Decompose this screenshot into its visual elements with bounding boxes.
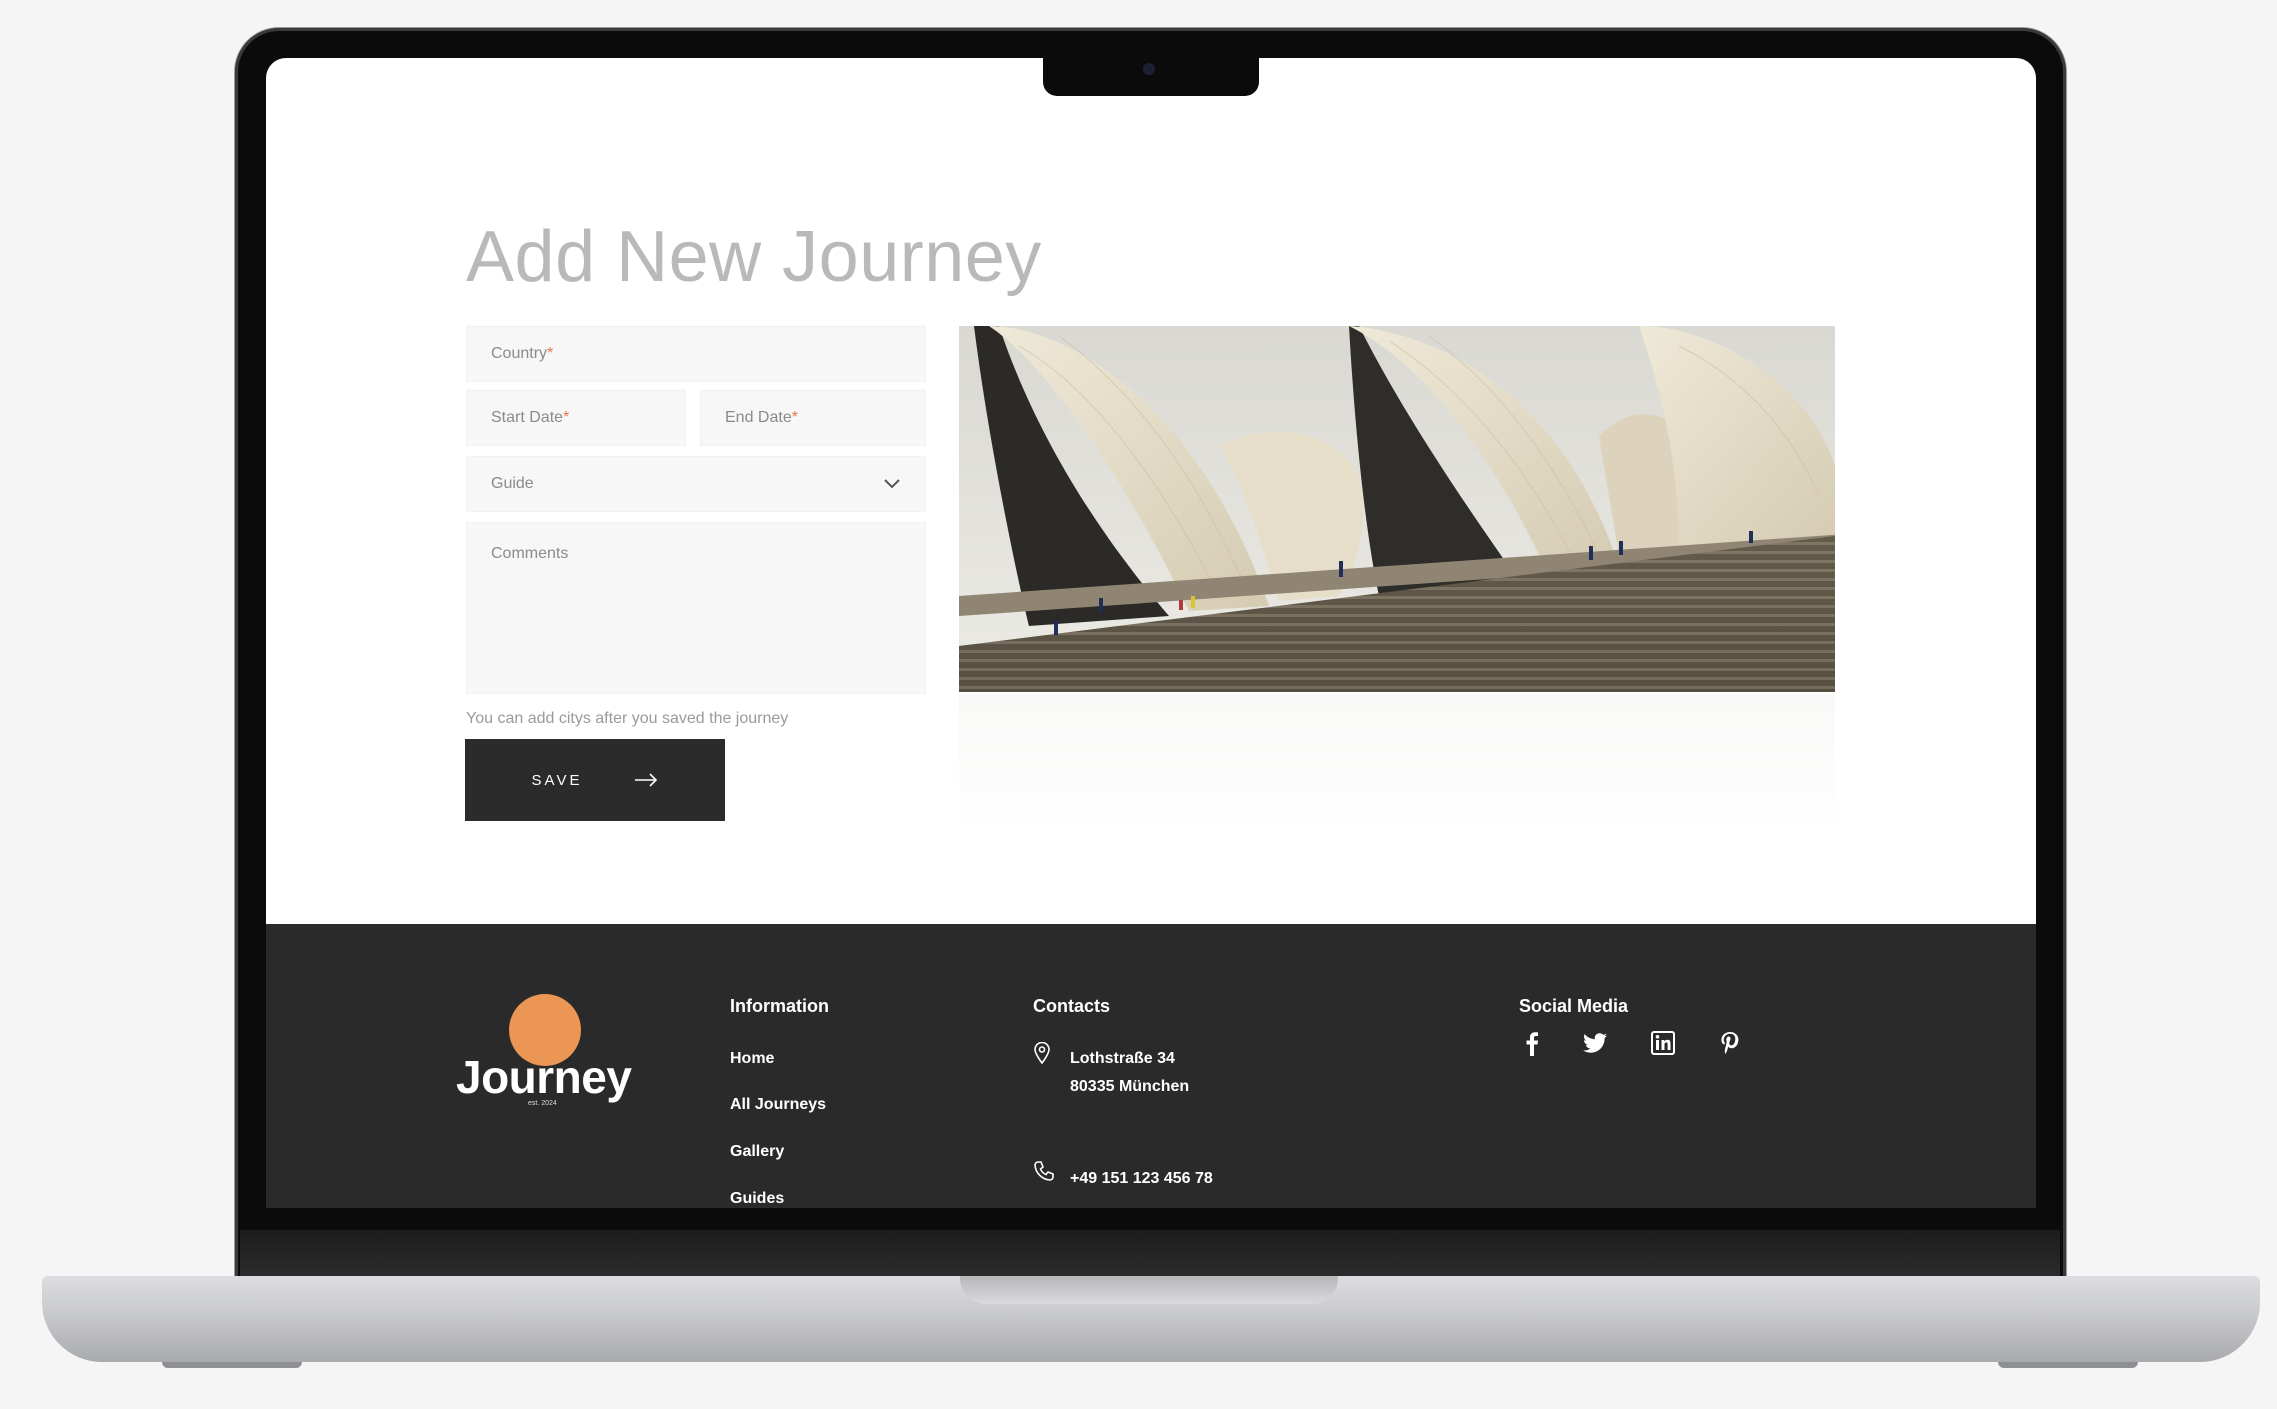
save-button[interactable]: SAVE: [465, 739, 725, 821]
laptop-opening-notch: [960, 1276, 1338, 1304]
address-line-2: 80335 München: [1070, 1078, 1190, 1095]
social-media-title: Social Media: [1519, 996, 1629, 1016]
address-line-1: Lothstraße 34: [1070, 1050, 1175, 1067]
screen-bezel-bottom: [240, 1230, 2060, 1278]
facebook-icon[interactable]: [1519, 1030, 1545, 1056]
page-title: Add New Journey: [466, 217, 1042, 297]
footer-link-home[interactable]: Home: [730, 1050, 774, 1068]
photo-reflection: [959, 694, 1835, 834]
journey-photo: [959, 326, 1835, 692]
hint-text: You can add citys after you saved the jo…: [466, 710, 789, 727]
guide-label: Guide: [491, 475, 534, 492]
arrow-right-icon: [635, 773, 658, 787]
start-date-field[interactable]: Start Date*: [466, 390, 686, 446]
logo-text[interactable]: Journey: [456, 1050, 632, 1104]
logo-subtitle: est. 2024: [528, 1100, 557, 1107]
information-title: Information: [730, 996, 829, 1016]
pinterest-icon[interactable]: [1717, 1030, 1743, 1056]
laptop-foot-right: [1998, 1362, 2138, 1368]
country-label: Country*: [491, 345, 554, 362]
comments-textarea[interactable]: Comments: [466, 522, 926, 694]
end-date-field[interactable]: End Date*: [700, 390, 926, 446]
linkedin-icon[interactable]: [1650, 1030, 1676, 1056]
contacts-title: Contacts: [1033, 996, 1111, 1016]
footer-link-all-journeys[interactable]: All Journeys: [730, 1096, 826, 1114]
site-footer: Journey est. 2024 Information Home All J…: [266, 924, 2036, 1208]
guide-select[interactable]: Guide: [466, 456, 926, 512]
footer-link-gallery[interactable]: Gallery: [730, 1143, 784, 1161]
start-date-label: Start Date*: [491, 409, 570, 426]
chevron-down-icon: [884, 479, 900, 489]
save-label: SAVE: [531, 771, 583, 789]
country-field[interactable]: Country*: [466, 326, 926, 382]
footer-link-guides[interactable]: Guides: [730, 1190, 784, 1208]
laptop-foot-left: [162, 1362, 302, 1368]
browser-screen: Add New Journey Country* Start Date* End…: [266, 58, 2036, 1208]
phone-icon: [1034, 1161, 1054, 1181]
end-date-label: End Date*: [725, 409, 798, 426]
phone-number[interactable]: +49 151 123 456 78: [1070, 1170, 1213, 1188]
camera-icon: [1143, 63, 1155, 75]
comments-label: Comments: [491, 545, 569, 562]
location-pin-icon: [1034, 1042, 1050, 1064]
twitter-icon[interactable]: [1582, 1030, 1608, 1056]
